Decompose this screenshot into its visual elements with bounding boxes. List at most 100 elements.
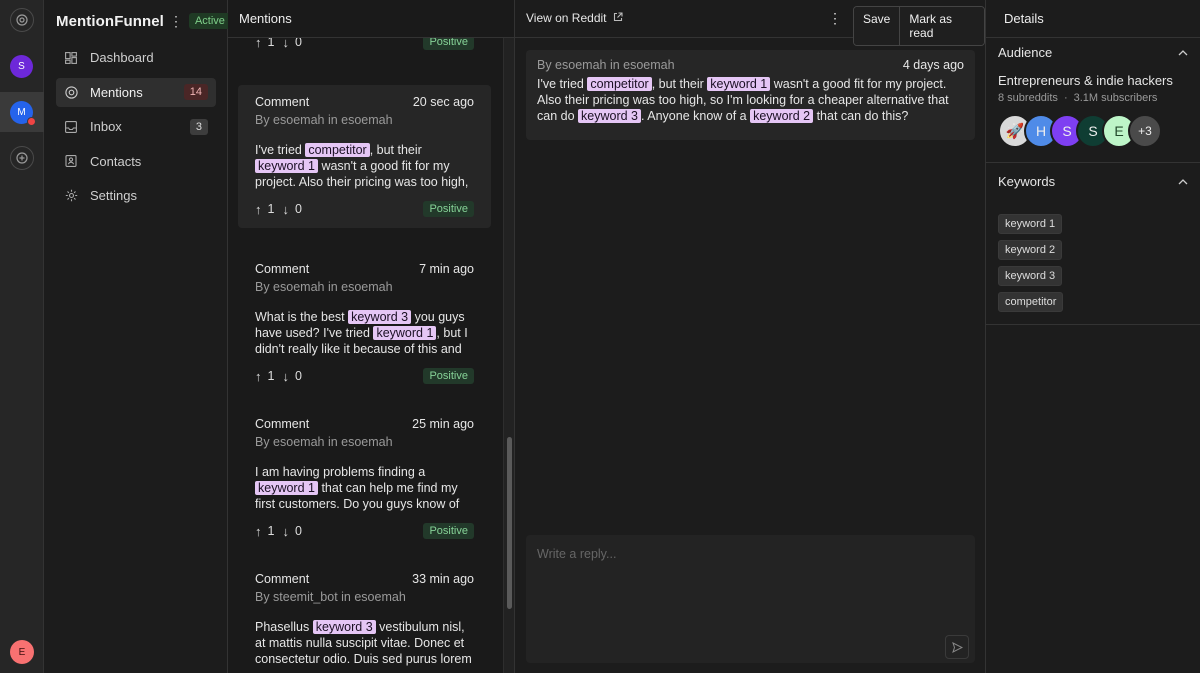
upvote-count: 1 [267,524,275,538]
detail-toolbar: View on Reddit ⋮ Save Mark as read [515,0,985,46]
upvote-icon[interactable]: ↑ [255,524,262,539]
mention-type: Comment [255,95,310,109]
text-segment: I've tried [255,143,306,157]
mention-age: 7 min ago [419,262,474,276]
sidebar-item-label: Mentions [90,84,143,100]
text-segment: , but their [651,77,708,91]
user-avatar[interactable]: E [10,640,34,664]
mention-author: By esoemah in esoemah [255,435,393,449]
mention-card-selected[interactable]: Comment 20 sec ago By esoemah in esoemah… [238,85,491,228]
keyword-chip[interactable]: keyword 1 [998,214,1063,234]
sidebar-item-dashboard[interactable]: Dashboard [56,43,216,72]
upvote-icon[interactable]: ↑ [255,202,262,217]
upvote-count: 1 [267,202,275,216]
send-icon[interactable] [945,635,969,659]
mention-card[interactable]: Comment 7 min ago By esoemah in esoemah … [238,262,491,384]
mention-card[interactable]: Comment 33 min ago By steemit_bot in eso… [238,572,491,667]
mention-age: 20 sec ago [412,95,474,109]
keyword-highlight: keyword 3 [578,109,641,123]
scrollbar-thumb[interactable] [507,437,512,609]
keyword-chip[interactable]: keyword 2 [998,240,1063,260]
app-logo-icon[interactable] [10,8,34,32]
mention-age: 25 min ago [412,417,474,431]
save-button[interactable]: Save [854,7,900,45]
text-segment: that can do this? [813,109,909,123]
text-segment: , but their [369,143,422,157]
sidebar-item-label: Settings [90,188,137,203]
details-header: Details [986,0,1200,38]
section-title: Keywords [998,174,1056,189]
downvote-count: 0 [294,369,302,383]
view-on-reddit-link[interactable]: View on Reddit [526,11,623,25]
reply-input[interactable] [537,547,957,561]
text-segment: I am having problems finding a [255,465,426,479]
separator: · [1063,92,1068,104]
downvote-icon[interactable]: ↓ [282,524,289,539]
mention-author: By steemit_bot in esoemah [255,590,406,604]
vote-counts: ↑ 1 ↓ 0 [255,524,310,539]
mention-type: Comment [255,417,310,431]
keyword-highlight: keyword 3 [312,620,376,634]
downvote-icon[interactable]: ↓ [282,38,289,50]
sidebar-item-label: Contacts [90,153,142,169]
workspace-avatar-s[interactable]: S [10,55,33,78]
keyword-highlight: competitor [305,143,370,157]
keywords-section-header[interactable]: Keywords [986,167,1200,196]
chevron-up-icon[interactable] [1178,176,1188,188]
workspace-active-highlight: M [0,92,44,132]
sentiment-badge: Positive [423,201,474,217]
reply-box [526,535,975,663]
more-vertical-icon[interactable]: ⋮ [169,13,183,30]
pane-title: Mentions [239,11,292,26]
keyword-highlight: keyword 2 [750,109,814,123]
sentiment-badge: Positive [423,38,474,50]
text-segment: . Anyone know of a [641,109,751,123]
keyword-highlight: keyword 3 [348,310,412,324]
downvote-count: 0 [294,524,302,538]
view-link-label: View on Reddit [526,11,607,25]
mark-as-read-button[interactable]: Mark as read [899,7,984,45]
sentiment-badge: Positive [423,523,474,539]
chevron-up-icon[interactable] [1178,47,1188,59]
contacts-icon [64,154,78,168]
mentions-header: Mentions [228,0,514,38]
vote-counts: ↑ 1 ↓ 0 [255,369,310,384]
sidebar-item-settings[interactable]: Settings [56,181,216,210]
downvote-icon[interactable]: ↓ [282,202,289,217]
sidebar-nav: Dashboard Mentions 14 Inbox 3 Contacts S… [56,43,216,216]
subreddit-avatars: 🚀 H S S E +3 [998,114,1200,148]
section-title: Audience [998,45,1053,60]
mention-card[interactable]: Comment 25 min ago By esoemah in esoemah… [238,417,491,539]
more-subreddits-avatar[interactable]: +3 [1128,114,1162,148]
mentions-scrollbar[interactable] [503,38,514,673]
more-vertical-icon[interactable]: ⋮ [828,10,842,27]
text-segment: Phasellus [255,620,313,634]
upvote-icon[interactable]: ↑ [255,38,262,50]
mentions-pane: Mentions ↑ 1 ↓ 0 Positive Comment 20 sec a… [228,0,515,673]
audience-section-header[interactable]: Audience [986,38,1200,67]
keyword-highlight: keyword 1 [373,326,437,340]
mention-card[interactable]: ↑ 1 ↓ 0 Positive [238,38,491,50]
mention-text: I've tried competitor, but their keyword… [255,142,474,190]
post-card: By esoemah in esoemah 4 days ago I've tr… [526,50,975,140]
details-panel: Details Audience Entrepreneurs & indie h… [986,0,1200,673]
sidebar-item-inbox[interactable]: Inbox 3 [56,112,216,141]
add-workspace-icon[interactable] [10,146,34,170]
mention-author: By esoemah in esoemah [255,113,393,127]
upvote-icon[interactable]: ↑ [255,369,262,384]
inbox-icon [64,120,78,134]
keyword-chip[interactable]: keyword 3 [998,266,1063,286]
status-badge: Active [188,13,231,29]
sidebar-item-mentions[interactable]: Mentions 14 [56,77,216,107]
keyword-chip[interactable]: competitor [998,292,1064,312]
downvote-icon[interactable]: ↓ [282,369,289,384]
sidebar-item-contacts[interactable]: Contacts [56,147,216,176]
mention-author: By esoemah in esoemah [255,280,393,294]
keyword-highlight: keyword 1 [707,77,771,91]
mention-detail: View on Reddit ⋮ Save Mark as read By es… [515,0,986,673]
brand-row: MentionFunnel ⋮ Active [56,10,231,32]
brand-name: MentionFunnel [56,12,164,30]
post-author: By esoemah in esoemah [537,58,675,72]
vote-counts: ↑ 1 ↓ 0 [255,202,310,217]
sidebar-item-label: Dashboard [90,50,154,65]
